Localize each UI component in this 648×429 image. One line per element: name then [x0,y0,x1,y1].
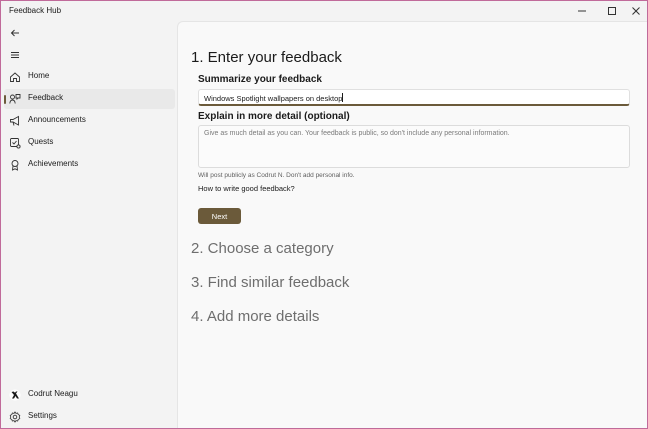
detail-label: Explain in more detail (optional) [198,111,350,122]
how-to-write-feedback-link[interactable]: How to write good feedback? [198,184,295,193]
back-arrow-icon [10,29,19,37]
gear-icon [9,411,21,423]
minimize-icon [578,10,586,12]
sidebar-item-label: Settings [28,411,57,420]
step-2-heading[interactable]: 2. Choose a category [191,240,334,257]
sidebar-item-label: Codrut Neagu [28,389,78,398]
sidebar-item-label: Feedback [28,93,64,102]
close-button[interactable] [621,1,647,21]
app-window: Feedback Hub Home Feedback Announcements… [0,0,648,429]
minimize-button[interactable] [567,1,597,21]
next-button[interactable]: Next [198,208,241,224]
summary-input-value: Windows Spotlight wallpapers on desktop [204,94,343,103]
selection-indicator [4,95,6,104]
sidebar-item-label: Achievements [28,159,79,168]
title-bar: Feedback Hub [1,1,647,21]
post-publicly-note: Will post publicly as Codrut N. Don't ad… [198,172,355,179]
user-avatar-icon [9,389,21,401]
sidebar-item-label: Home [28,71,50,80]
sidebar-item-home[interactable]: Home [4,67,175,87]
sidebar-item-feedback[interactable]: Feedback [4,89,175,109]
sidebar-item-settings[interactable]: Settings [4,407,175,427]
sidebar-item-achievements[interactable]: Achievements [4,155,175,175]
feedback-icon [9,94,21,104]
home-icon [10,72,20,82]
back-button[interactable] [5,23,25,43]
step-4-heading[interactable]: 4. Add more details [191,308,319,325]
megaphone-icon [10,115,19,126]
feedback-form-panel: 1. Enter your feedback Summarize your fe… [177,21,647,428]
sidebar-item-quests[interactable]: Quests [4,133,175,153]
summary-label: Summarize your feedback [198,74,322,85]
window-title: Feedback Hub [9,6,62,15]
step-3-heading[interactable]: 3. Find similar feedback [191,274,349,291]
quests-icon [10,138,21,149]
navigation-sidebar: Home Feedback Announcements Quests Achie… [1,21,177,428]
sidebar-item-label: Quests [28,137,54,146]
text-cursor [342,93,344,102]
close-icon [632,7,640,15]
sidebar-item-account[interactable]: Codrut Neagu [4,385,175,405]
summary-input[interactable]: Windows Spotlight wallpapers on desktop [198,89,630,106]
hamburger-menu-icon [11,52,19,58]
detail-textarea[interactable]: Give as much detail as you can. Your fee… [198,125,630,168]
sidebar-item-label: Announcements [28,115,86,124]
step-1-heading[interactable]: 1. Enter your feedback [191,49,342,66]
maximize-icon [608,7,616,15]
menu-toggle-button[interactable] [5,45,25,65]
sidebar-item-announcements[interactable]: Announcements [4,111,175,131]
detail-placeholder: Give as much detail as you can. Your fee… [204,130,510,137]
medal-icon [11,160,19,171]
